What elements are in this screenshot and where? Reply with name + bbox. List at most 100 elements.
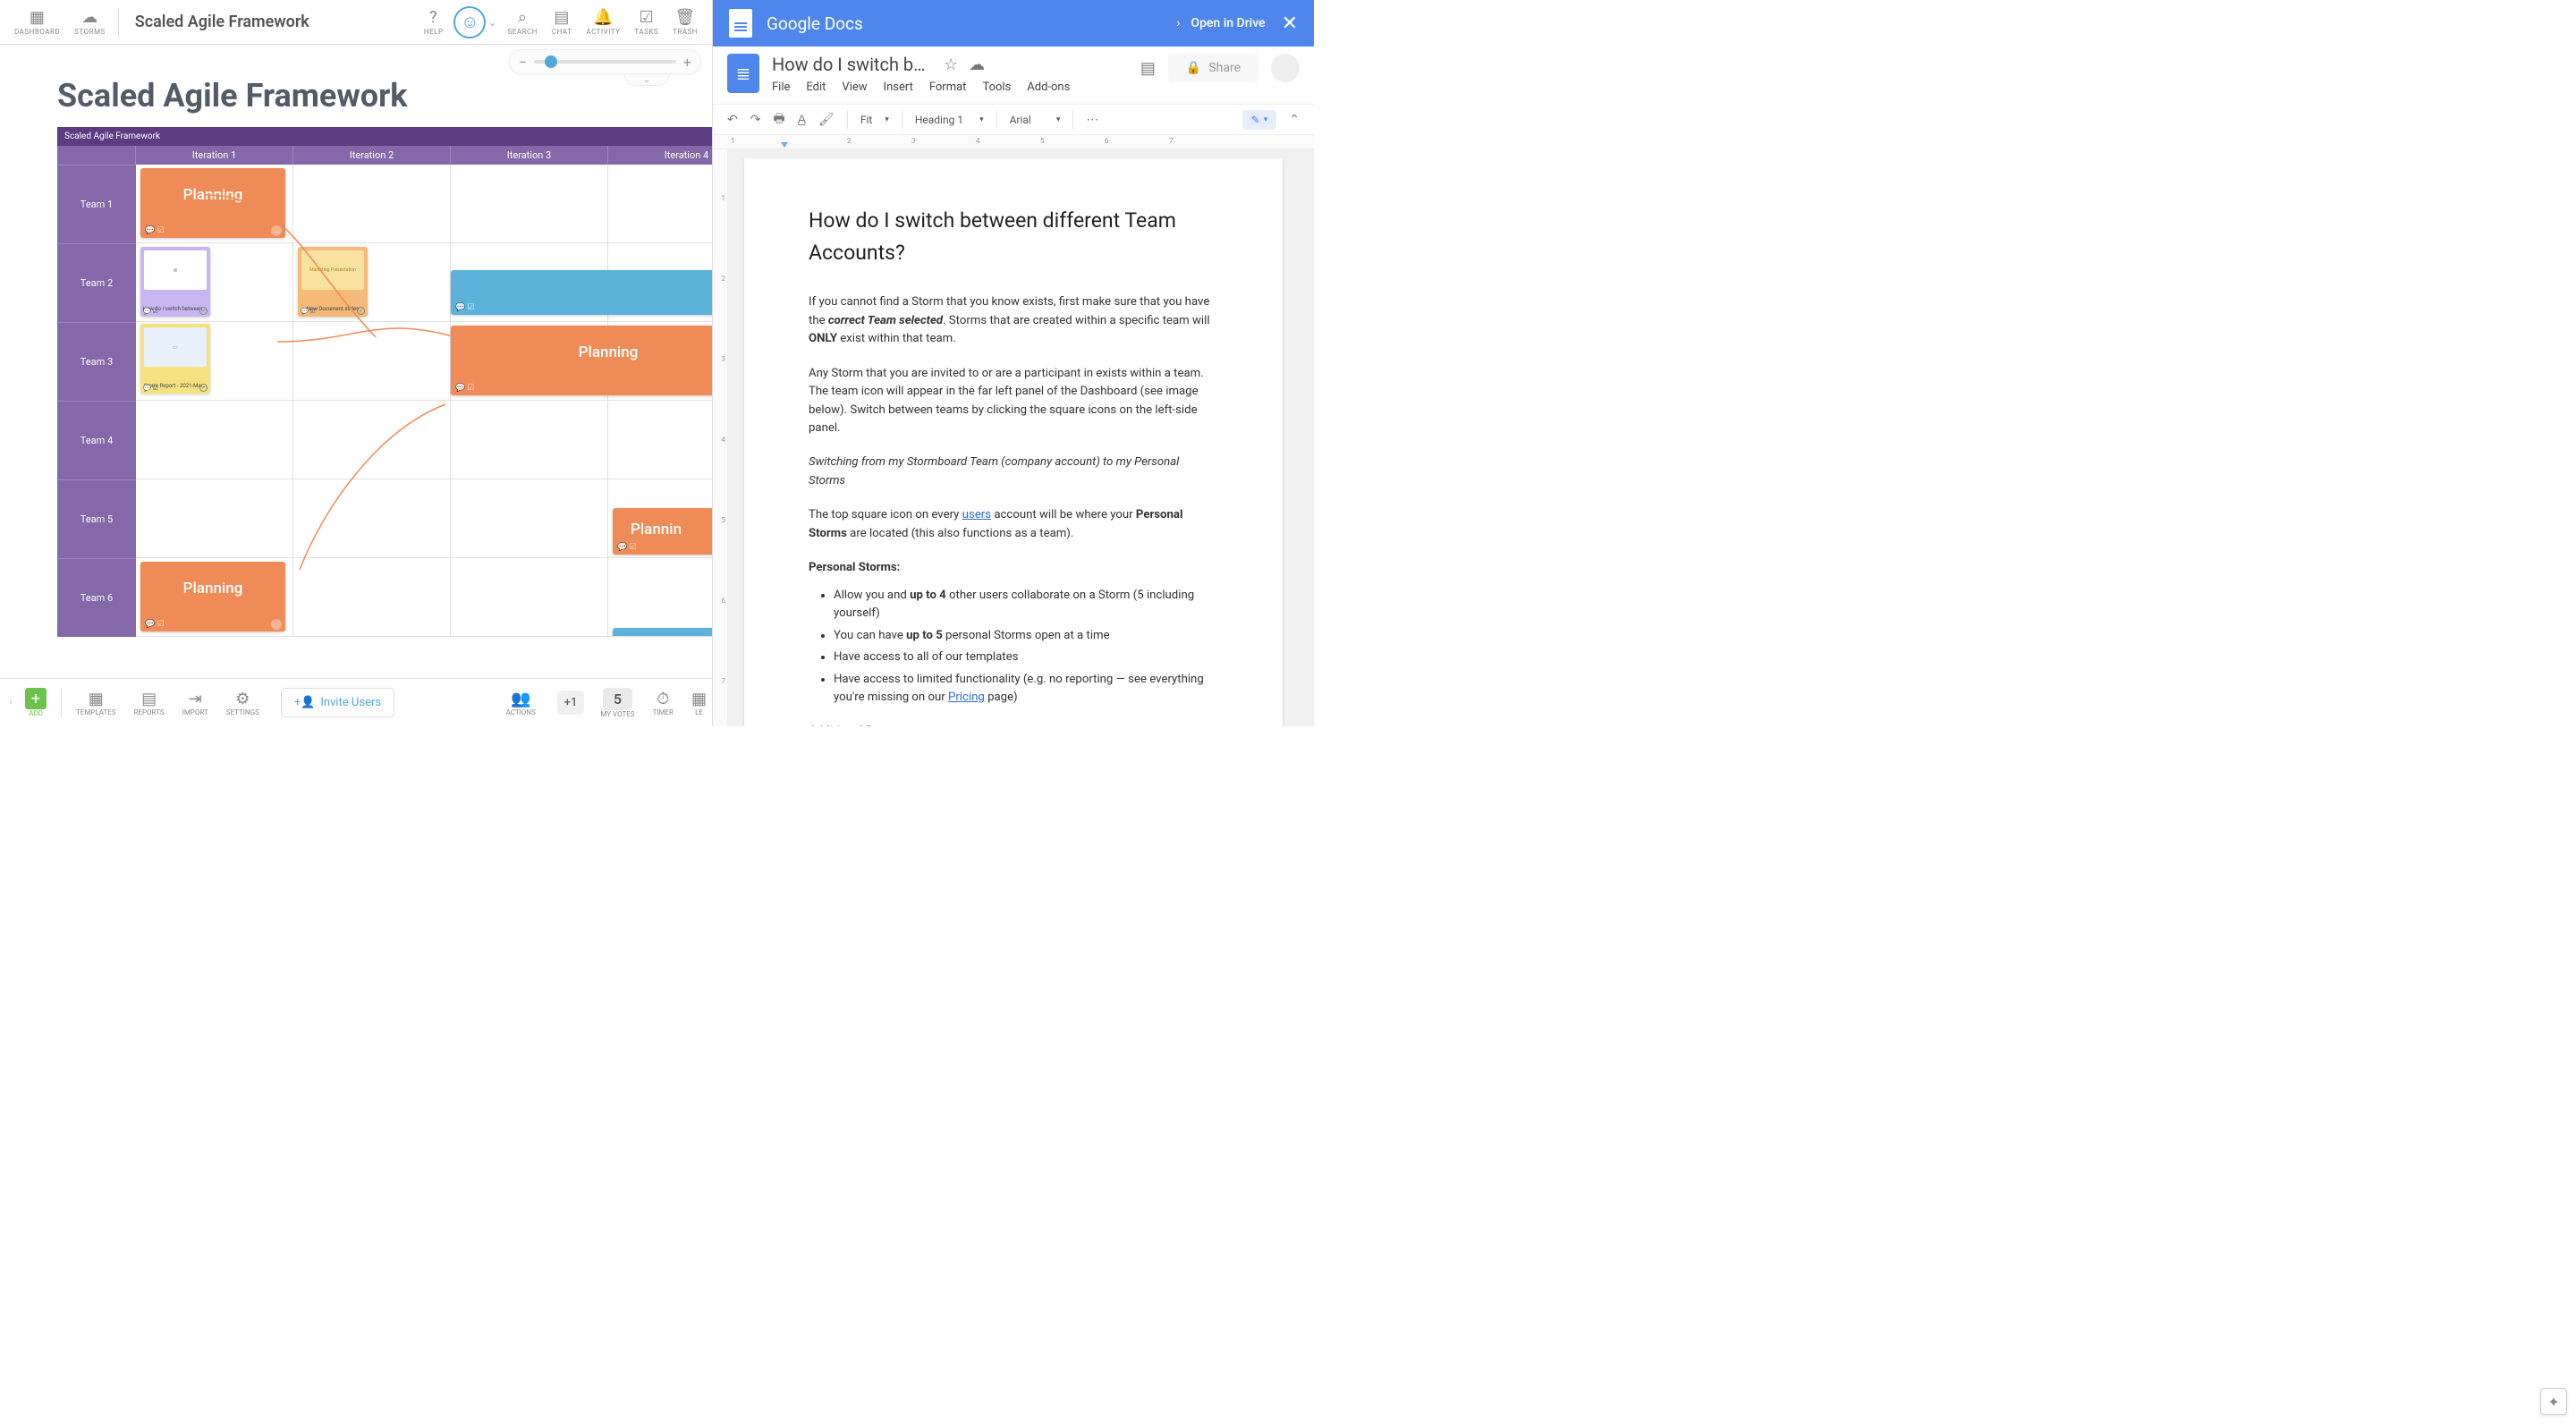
- collapse-zoom-tab[interactable]: ⌄: [624, 75, 669, 86]
- cell-r5c3[interactable]: [451, 479, 608, 558]
- user-menu-chevron[interactable]: ⌄: [487, 16, 496, 29]
- redo-icon[interactable]: ↷: [750, 113, 761, 127]
- cell-r1c2[interactable]: [293, 165, 451, 243]
- cell-r1c4[interactable]: [608, 165, 712, 243]
- planning-card-4[interactable]: Planning 💬 ☑: [140, 562, 285, 631]
- doc-thumb-1[interactable]: ≣ How do I switch between ... 💬 ☑ ✓: [140, 247, 210, 317]
- close-icon[interactable]: ✕: [1282, 13, 1298, 35]
- list-item[interactable]: Allow you and up to 4 other users collab…: [834, 587, 1218, 623]
- doc-list[interactable]: Allow you and up to 4 other users collab…: [834, 587, 1218, 708]
- zoom-thumb[interactable]: [545, 55, 557, 68]
- card-peek[interactable]: [613, 628, 712, 637]
- storms-button[interactable]: ☁STORMS: [67, 4, 113, 39]
- section-heading[interactable]: Additional Resources: [809, 723, 1218, 726]
- cell-r4c3[interactable]: [451, 401, 608, 479]
- cell-r5c1[interactable]: [136, 479, 293, 558]
- cell-r5c4[interactable]: Plannin 💬 ☑: [608, 479, 712, 558]
- indent-marker-left[interactable]: [781, 142, 788, 148]
- import-button[interactable]: ⇥IMPORT: [174, 686, 217, 720]
- document-area[interactable]: 1 2 3 4 5 6 7 How do I switch between di…: [713, 149, 1314, 726]
- user-avatar[interactable]: ☺: [453, 6, 486, 38]
- board-grid[interactable]: Scaled Agile Framework Iteration 1 Itera…: [0, 127, 712, 726]
- cloud-saved-icon[interactable]: ☁: [969, 55, 985, 74]
- list-item[interactable]: Have access to all of our templates: [834, 648, 1218, 666]
- menu-format[interactable]: Format: [929, 81, 967, 94]
- zoom-in-button[interactable]: +: [683, 54, 691, 71]
- cell-r6c1[interactable]: Planning 💬 ☑: [136, 558, 293, 637]
- font-select[interactable]: Arial▾: [1010, 114, 1061, 126]
- cell-r3c2[interactable]: [293, 322, 451, 401]
- zoom-select[interactable]: Fit▾: [860, 114, 889, 126]
- cell-r6c3[interactable]: [451, 558, 608, 637]
- cell-r4c1[interactable]: [136, 401, 293, 479]
- trash-button[interactable]: 🗑TRASH: [665, 4, 705, 39]
- cell-r2c2[interactable]: Marketing Presentation New Document.slid…: [293, 243, 451, 322]
- zoom-slider[interactable]: [534, 60, 676, 64]
- templates-button[interactable]: ▦TEMPLATES: [67, 686, 125, 720]
- planning-card-2[interactable]: Planning 💬 ☑: [451, 326, 712, 395]
- collapse-toolbar-icon[interactable]: ⌃: [1289, 113, 1300, 127]
- planning-card-3[interactable]: Plannin 💬 ☑: [613, 508, 712, 555]
- menu-addons[interactable]: Add-ons: [1027, 81, 1070, 94]
- list-item[interactable]: You can have up to 5 personal Storms ope…: [834, 627, 1218, 645]
- document-page[interactable]: How do I switch between different Team A…: [744, 158, 1283, 726]
- users-link[interactable]: users: [962, 508, 991, 521]
- zoom-out-button[interactable]: −: [519, 54, 527, 71]
- section-heading[interactable]: Personal Storms:: [809, 559, 1218, 577]
- timer-button[interactable]: ⏱TIMER: [644, 686, 682, 720]
- cell-r4c2[interactable]: [293, 401, 451, 479]
- open-in-drive-link[interactable]: Open in Drive: [1191, 16, 1265, 30]
- activity-button[interactable]: 🔔ACTIVITY: [579, 4, 627, 39]
- star-icon[interactable]: ☆: [944, 55, 958, 74]
- cell-r3c1[interactable]: ▭ Storm Report - 2021-Mar... 💬 ☑ ✓: [136, 322, 293, 401]
- menu-tools[interactable]: Tools: [982, 81, 1011, 94]
- dashboard-button[interactable]: ▦DASHBOARD: [7, 4, 67, 39]
- help-button[interactable]: ?HELP: [417, 4, 451, 39]
- phase-card[interactable]: Phase 💬 ☑: [451, 270, 712, 315]
- vertical-ruler[interactable]: 1 2 3 4 5 6 7: [713, 149, 727, 726]
- doc-paragraph[interactable]: Any Storm that you are invited to or are…: [809, 365, 1218, 438]
- doc-thumb-3[interactable]: ▭ Storm Report - 2021-Mar... 💬 ☑ ✓: [140, 324, 210, 394]
- print-icon[interactable]: 🖶: [773, 109, 784, 131]
- reports-button[interactable]: ▤REPORTS: [125, 686, 174, 720]
- paint-format-icon[interactable]: 🖌: [818, 113, 835, 127]
- search-button[interactable]: ⌕SEARCH: [501, 4, 545, 39]
- undo-icon[interactable]: ↶: [727, 113, 738, 127]
- doc-title[interactable]: How do I switch bet...: [772, 54, 933, 75]
- tasks-button[interactable]: ☑TASKS: [627, 4, 665, 39]
- votes-button[interactable]: 5MY VOTES: [591, 684, 643, 722]
- menu-insert[interactable]: Insert: [884, 81, 913, 94]
- storm-title[interactable]: Scaled Agile Framework: [135, 13, 309, 31]
- doc-paragraph-italic[interactable]: Switching from my Stormboard Team (compa…: [809, 453, 1218, 490]
- plus-one-button[interactable]: +1: [557, 691, 585, 715]
- doc-heading[interactable]: How do I switch between different Team A…: [809, 205, 1218, 268]
- chat-button[interactable]: ▤CHAT: [545, 4, 579, 39]
- menu-file[interactable]: File: [772, 81, 790, 94]
- comments-icon[interactable]: ▤: [1140, 59, 1156, 78]
- list-item[interactable]: Have access to limited functionality (e.…: [834, 671, 1218, 708]
- cell-r4c4[interactable]: [608, 401, 712, 479]
- chevron-right-icon[interactable]: ›: [1176, 16, 1180, 30]
- horizontal-ruler[interactable]: 1 2 3 4 5 6 7: [713, 135, 1314, 149]
- cell-r1c1[interactable]: Planning 💬 ☑: [136, 165, 293, 243]
- mode-button[interactable]: ✎▾: [1242, 110, 1277, 130]
- pricing-link[interactable]: Pricing: [948, 691, 985, 704]
- planning-card-1[interactable]: Planning 💬 ☑: [140, 168, 285, 238]
- menu-view[interactable]: View: [842, 81, 867, 94]
- doc-paragraph[interactable]: The top square icon on every users accou…: [809, 506, 1218, 543]
- cell-r6c2[interactable]: [293, 558, 451, 637]
- doc-paragraph[interactable]: If you cannot find a Storm that you know…: [809, 293, 1218, 348]
- invite-users-button[interactable]: +👤Invite Users: [281, 688, 394, 717]
- share-button[interactable]: 🔒Share: [1168, 54, 1258, 82]
- add-button[interactable]: +ADD: [16, 684, 55, 721]
- avatar[interactable]: [1271, 54, 1300, 82]
- cell-r2c1[interactable]: ≣ How do I switch between ... 💬 ☑ ✓: [136, 243, 293, 322]
- cell-r6c4[interactable]: [608, 558, 712, 637]
- expand-tab[interactable]: ›: [5, 698, 16, 708]
- spellcheck-icon[interactable]: A̲: [798, 112, 806, 127]
- actions-button[interactable]: 👥ACTIONS: [497, 686, 545, 720]
- style-select[interactable]: Heading 1▾: [915, 114, 984, 126]
- cell-r2c4[interactable]: Phase 💬 ☑: [608, 243, 712, 322]
- cell-r5c2[interactable]: [293, 479, 451, 558]
- menu-edit[interactable]: Edit: [806, 81, 826, 94]
